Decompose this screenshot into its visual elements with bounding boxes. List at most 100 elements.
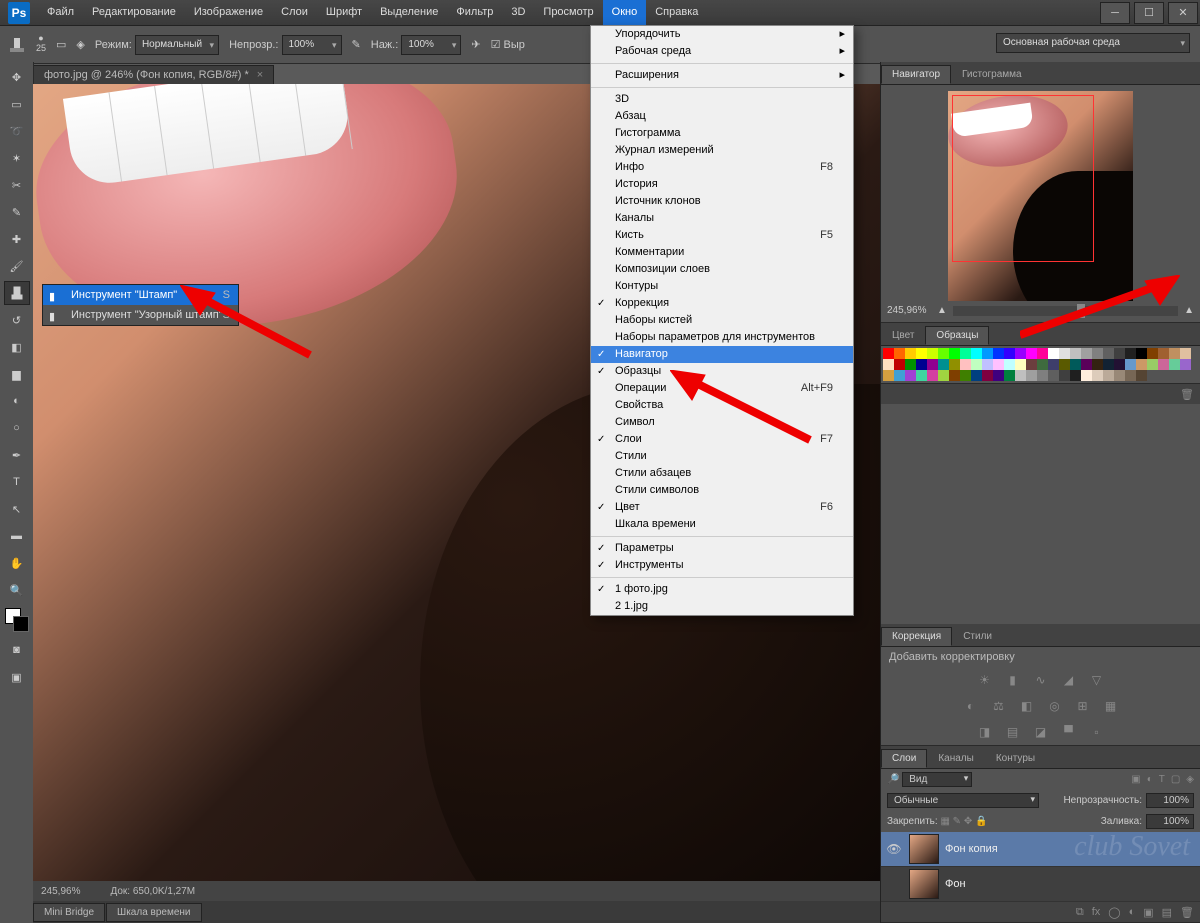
menu-item-источник-клонов[interactable]: Источник клонов [591, 193, 853, 210]
flyout-item[interactable]: ▮Инструмент "Штамп"S [43, 285, 238, 305]
status-doc[interactable]: Док: 650,0K/1,27M [110, 886, 195, 897]
aligned-checkbox[interactable]: ☑ Выр [491, 33, 525, 57]
navigator-slider[interactable] [953, 306, 1178, 316]
dodge-tool[interactable]: ○ [4, 416, 30, 440]
swatch[interactable] [1059, 348, 1070, 359]
menu-item-каналы[interactable]: Каналы [591, 210, 853, 227]
tab-styles[interactable]: Стили [952, 627, 1003, 646]
adjustment-layer-icon[interactable]: ◐ [1129, 906, 1136, 918]
swatch[interactable] [982, 348, 993, 359]
menu-изображение[interactable]: Изображение [185, 0, 272, 25]
marquee-tool[interactable]: ▭ [4, 92, 30, 116]
window-close[interactable]: ✕ [1168, 2, 1198, 24]
swatch[interactable] [938, 359, 949, 370]
menu-окно[interactable]: Окно [603, 0, 647, 25]
menu-item-навигатор[interactable]: ✓Навигатор [591, 346, 853, 363]
swatch[interactable] [1092, 348, 1103, 359]
zoom-tool[interactable]: 🔍 [4, 578, 30, 602]
swatch[interactable] [1004, 359, 1015, 370]
menu-item-расширения[interactable]: Расширения [591, 67, 853, 84]
gradient-map-icon[interactable]: ▀ [1060, 723, 1078, 741]
swatch[interactable] [1048, 370, 1059, 381]
swatch[interactable] [1180, 359, 1191, 370]
tab-layers[interactable]: Слои [881, 749, 927, 768]
tab-swatches[interactable]: Образцы [925, 326, 989, 345]
swatch[interactable] [1037, 370, 1048, 381]
type-tool[interactable]: T [4, 470, 30, 494]
swatch[interactable] [1158, 359, 1169, 370]
menu-item-инфо[interactable]: ИнфоF8 [591, 159, 853, 176]
lasso-tool[interactable]: ➰ [4, 119, 30, 143]
window-menu-dropdown[interactable]: УпорядочитьРабочая средаРасширения3DАбза… [590, 25, 854, 616]
filter-shape-icon[interactable]: ▢ [1171, 774, 1180, 785]
swatch[interactable] [1092, 370, 1103, 381]
menu-item-слои[interactable]: ✓СлоиF7 [591, 431, 853, 448]
menu-файл[interactable]: Файл [38, 0, 83, 25]
levels-icon[interactable]: ▮ [1004, 671, 1022, 689]
close-icon[interactable]: × [257, 69, 263, 81]
swatch[interactable] [894, 370, 905, 381]
menu-item-символ[interactable]: Символ [591, 414, 853, 431]
quick-mask-icon[interactable]: ◙ [4, 638, 30, 662]
swatch[interactable] [949, 370, 960, 381]
visibility-icon[interactable]: 👁 [885, 842, 903, 856]
balance-icon[interactable]: ⚖ [990, 697, 1008, 715]
menu-item-кисть[interactable]: КистьF5 [591, 227, 853, 244]
screen-mode-icon[interactable]: ▣ [4, 665, 30, 689]
menu-просмотр[interactable]: Просмотр [534, 0, 602, 25]
swatch[interactable] [1114, 370, 1125, 381]
bw-icon[interactable]: ◧ [1018, 697, 1036, 715]
filter-pixel-icon[interactable]: ▣ [1131, 774, 1140, 785]
menu-фильтр[interactable]: Фильтр [447, 0, 502, 25]
swatch[interactable] [1026, 370, 1037, 381]
blur-tool[interactable]: ◐ [4, 389, 30, 413]
menu-item-упорядочить[interactable]: Упорядочить [591, 26, 853, 43]
swatch[interactable] [993, 348, 1004, 359]
move-tool[interactable]: ✥ [4, 65, 30, 89]
menu-item-рабочая-среда[interactable]: Рабочая среда [591, 43, 853, 60]
swatch[interactable] [1125, 370, 1136, 381]
brightness-icon[interactable]: ☀ [976, 671, 994, 689]
menu-item-инструменты[interactable]: ✓Инструменты [591, 557, 853, 574]
navigator-viewbox[interactable] [952, 95, 1094, 262]
crop-tool[interactable]: ✂ [4, 173, 30, 197]
menu-item-композиции-слоев[interactable]: Композиции слоев [591, 261, 853, 278]
layer-row[interactable]: 👁Фон копия [881, 832, 1200, 867]
swatch[interactable] [1125, 348, 1136, 359]
swatch[interactable] [1081, 359, 1092, 370]
swatch[interactable] [1004, 348, 1015, 359]
menu-item-коррекция[interactable]: ✓Коррекция [591, 295, 853, 312]
doc-tab[interactable]: фото.jpg @ 246% (Фон копия, RGB/8#) *× [33, 65, 274, 84]
eraser-tool[interactable]: ◧ [4, 335, 30, 359]
menu-item-гистограмма[interactable]: Гистограмма [591, 125, 853, 142]
lock-icons[interactable]: ▦ ✎ ✥ 🔒 [940, 816, 987, 827]
swatch[interactable] [905, 359, 916, 370]
swatch[interactable] [1158, 348, 1169, 359]
brush-panel-icon[interactable]: ▭ [56, 33, 66, 57]
vibrance-icon[interactable]: ▽ [1088, 671, 1106, 689]
tab-color[interactable]: Цвет [881, 326, 925, 345]
swatch[interactable] [949, 348, 960, 359]
swatch[interactable] [916, 370, 927, 381]
menu-item-абзац[interactable]: Абзац [591, 108, 853, 125]
window-restore[interactable]: ☐ [1134, 2, 1164, 24]
filter-type-icon[interactable]: T [1159, 774, 1165, 785]
eyedropper-tool[interactable]: ✎ [4, 200, 30, 224]
swatch[interactable] [1169, 348, 1180, 359]
swatch[interactable] [916, 348, 927, 359]
zoom-in-icon[interactable]: ▲ [1184, 305, 1194, 316]
shape-tool[interactable]: ▬ [4, 524, 30, 548]
layer-thumbnail[interactable] [909, 869, 939, 899]
layer-thumbnail[interactable] [909, 834, 939, 864]
swatch[interactable] [1169, 359, 1180, 370]
quick-select-tool[interactable]: ✶ [4, 146, 30, 170]
mode-select[interactable]: Нормальный [135, 35, 219, 55]
swatch[interactable] [1004, 370, 1015, 381]
swatch[interactable] [949, 359, 960, 370]
swatch[interactable] [883, 370, 894, 381]
swatch[interactable] [1037, 348, 1048, 359]
tab-channels[interactable]: Каналы [927, 749, 985, 768]
swatch[interactable] [1114, 359, 1125, 370]
swatch[interactable] [927, 348, 938, 359]
swatch[interactable] [1125, 359, 1136, 370]
